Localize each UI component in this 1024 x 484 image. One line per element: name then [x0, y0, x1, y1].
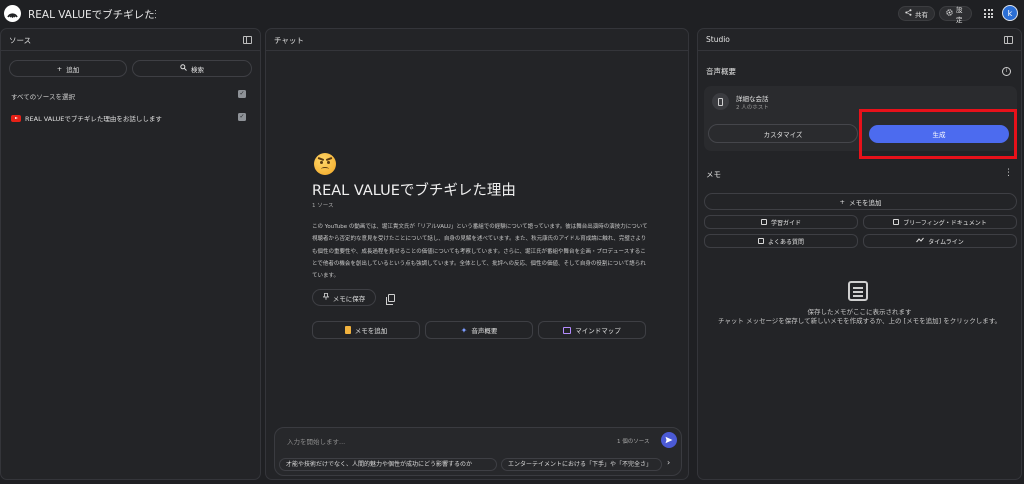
add-memo-button[interactable]: + メモを追加 [704, 193, 1017, 210]
source-checkbox[interactable]: ✓ [238, 113, 246, 121]
apps-grid-icon[interactable] [984, 9, 993, 18]
select-all-checkbox[interactable]: ✓ [238, 90, 246, 98]
input-source-count: 1 個のソース [617, 439, 650, 445]
search-source-label: 検索 [191, 65, 204, 74]
sparkle-icon: ✦ [460, 325, 468, 335]
briefing-doc-icon [893, 219, 900, 225]
customize-button[interactable]: カスタマイズ [708, 124, 858, 143]
pin-icon [322, 293, 330, 302]
audio-card-subtitle: 2 人のホスト [736, 105, 769, 111]
search-icon [180, 64, 187, 73]
add-note-button[interactable]: メモを追加 [312, 321, 420, 339]
sources-title: ソース [9, 36, 32, 45]
top-bar: REAL VALUEでブチギレた理由 共有 設定 k [0, 0, 1024, 28]
collapse-panel-icon[interactable] [1004, 36, 1013, 44]
mind-map-label: マインドマップ [575, 327, 621, 335]
plus-icon: + [56, 64, 63, 73]
sources-header: ソース [1, 29, 260, 51]
select-all-label: すべてのソースを選択 [11, 93, 75, 101]
copy-icon[interactable] [386, 294, 395, 305]
memo-title: メモ [706, 170, 721, 179]
share-button[interactable]: 共有 [898, 6, 935, 21]
share-label: 共有 [915, 10, 928, 19]
add-note-label: メモを追加 [354, 327, 388, 335]
audio-file-icon [712, 93, 729, 110]
chat-panel: チャット REAL VALUEでブチギレた理由 1 ソース この YouTube… [265, 28, 689, 480]
faq-label: よくある質問 [767, 238, 804, 246]
gear-icon [946, 9, 953, 18]
add-source-button[interactable]: + 追加 [9, 60, 127, 77]
chat-input-placeholder[interactable]: 入力を開始します... [287, 436, 345, 446]
more-options-icon[interactable]: ⋮ [1004, 168, 1013, 178]
faq-icon [757, 238, 764, 244]
faq-button[interactable]: よくある質問 [704, 234, 858, 248]
save-to-note-button[interactable]: メモに保存 [312, 289, 376, 306]
plus-icon: + [839, 197, 845, 206]
add-memo-label: メモを追加 [848, 198, 882, 207]
mind-map-icon [563, 326, 572, 334]
briefing-doc-button[interactable]: ブリーフィング・ドキュメント [863, 215, 1017, 229]
avatar[interactable]: k [1002, 5, 1018, 21]
briefing-doc-label: ブリーフィング・ドキュメント [903, 219, 987, 227]
chat-input-box[interactable]: 入力を開始します... 1 個のソース 才能や技術だけでなく、人間的魅力や個性が… [274, 427, 682, 476]
angry-face-emoji-icon [314, 153, 336, 175]
settings-button[interactable]: 設定 [939, 5, 972, 24]
suggestion-chip[interactable]: エンターテイメントにおける「下手」や「不完全さ」 [501, 458, 662, 471]
save-to-note-label: メモに保存 [332, 294, 366, 303]
note-icon [344, 326, 351, 334]
empty-notes-hint: チャット メッセージを保存して新しいメモを作成するか、上の [メモを追加] をク… [717, 317, 1002, 325]
timeline-button[interactable]: タイムライン [863, 234, 1017, 248]
notebook-title[interactable]: REAL VALUEでブチギレた理由 [28, 7, 156, 22]
suggestion-chip[interactable]: 才能や技術だけでなく、人間的魅力や個性が成功にどう影響するのか [279, 458, 497, 471]
notebooklm-logo-icon[interactable] [4, 5, 21, 22]
notebook-heading: REAL VALUEでブチギレた理由 [312, 183, 516, 199]
generate-button[interactable]: 生成 [869, 125, 1009, 143]
audio-overview-label: 音声概要 [471, 327, 498, 335]
source-item[interactable]: REAL VALUEでブチギレた理由をお話しします [11, 113, 162, 123]
empty-notes-icon [848, 281, 868, 301]
source-count: 1 ソース [312, 203, 334, 209]
timeline-label: タイムライン [928, 238, 964, 246]
timeline-icon [916, 237, 925, 245]
sources-panel: ソース + 追加 検索 すべてのソースを選択 ✓ REAL VALUEでブチギレ… [0, 28, 261, 480]
mind-map-button[interactable]: マインドマップ [538, 321, 646, 339]
studio-header: Studio [698, 29, 1021, 51]
audio-card-title: 詳細な会話 [736, 95, 769, 103]
collapse-panel-icon[interactable] [243, 36, 252, 44]
source-item-label: REAL VALUEでブチギレた理由をお話しします [25, 115, 162, 123]
send-icon [665, 436, 673, 444]
audio-overview-button[interactable]: ✦ 音声概要 [425, 321, 533, 339]
studio-panel: Studio 音声概要 i 詳細な会話 2 人のホスト カスタマイズ 生成 メモ… [697, 28, 1022, 480]
share-icon [905, 9, 912, 18]
study-guide-label: 学習ガイド [770, 219, 801, 227]
info-icon[interactable]: i [1002, 67, 1011, 76]
search-source-button[interactable]: 検索 [132, 60, 252, 77]
study-guide-button[interactable]: 学習ガイド [704, 215, 858, 229]
audio-overview-card: 詳細な会話 2 人のホスト カスタマイズ 生成 [704, 86, 1017, 151]
send-button[interactable] [661, 432, 677, 448]
settings-label: 設定 [956, 5, 963, 24]
youtube-icon [11, 114, 21, 122]
add-source-label: 追加 [66, 65, 80, 74]
study-guide-icon [760, 219, 767, 225]
audio-overview-title: 音声概要 [706, 67, 736, 76]
notebook-summary: この YouTube の動画では、堀江貴文氏が「リアルVALU」という番組での経… [312, 224, 648, 280]
chevron-right-icon[interactable]: › [667, 458, 670, 467]
chat-title: チャット [274, 36, 304, 45]
studio-title: Studio [706, 35, 730, 44]
chat-header: チャット [266, 29, 688, 51]
